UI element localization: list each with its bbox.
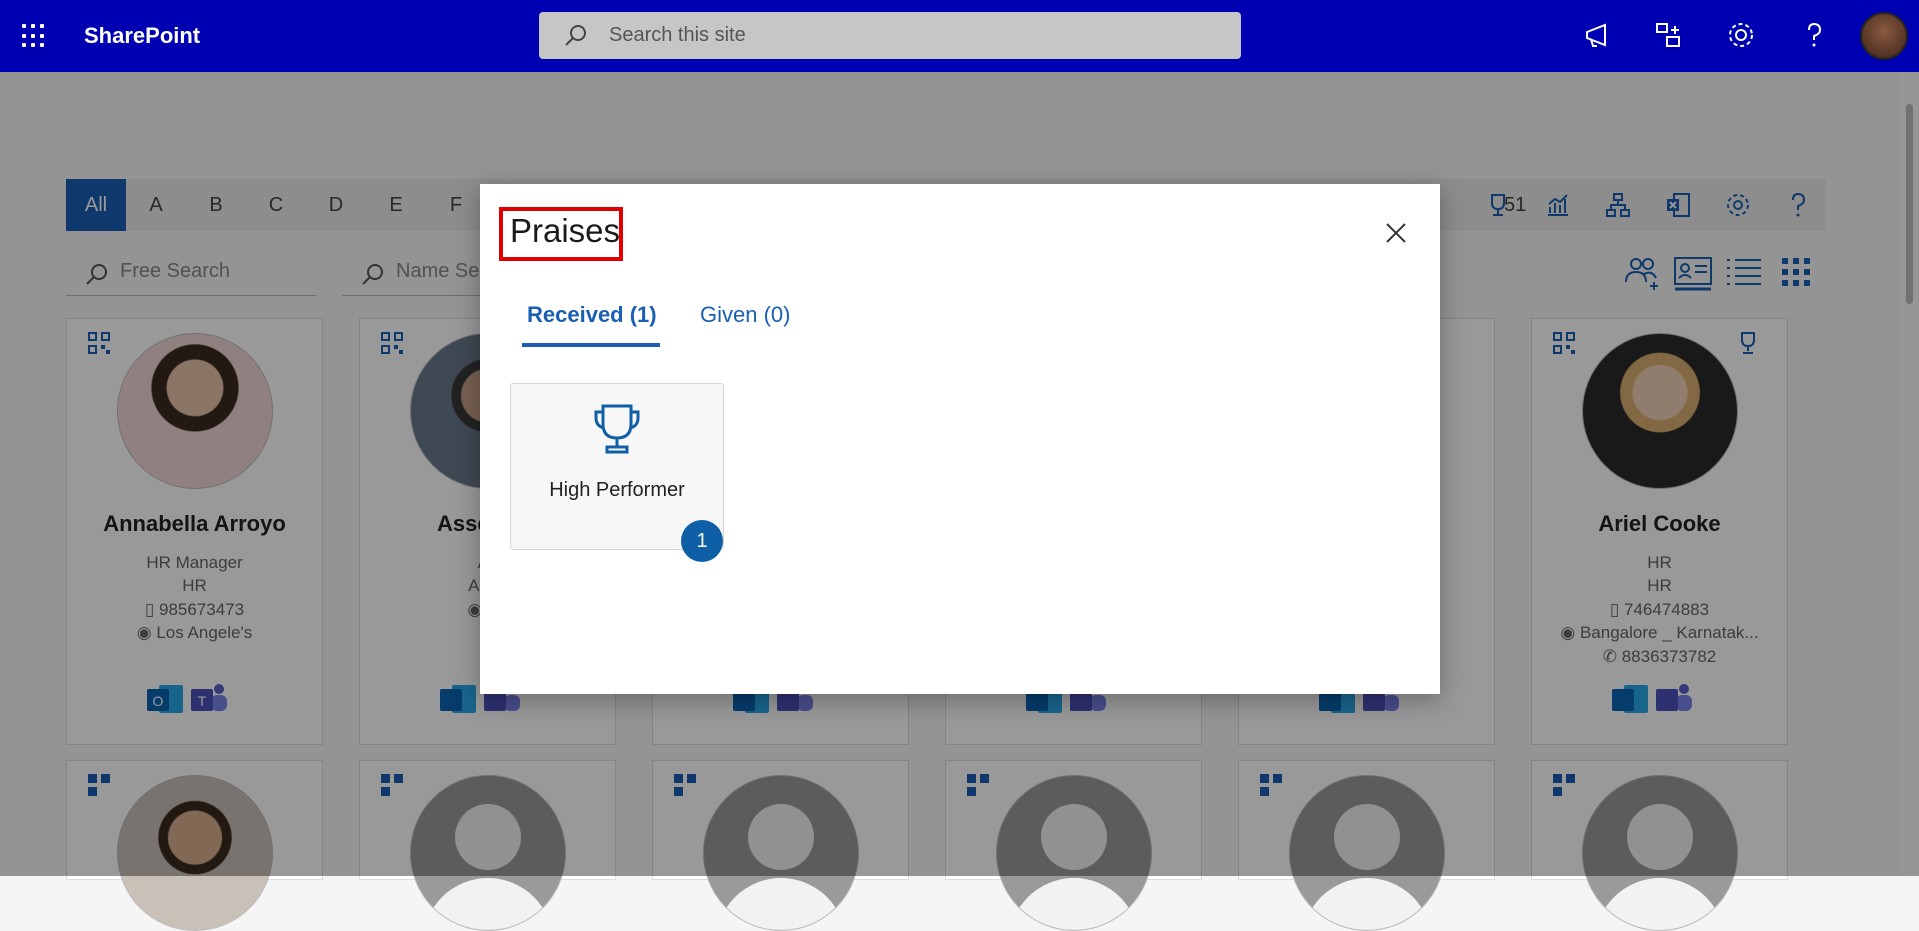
dialog-title: Praises <box>510 212 621 249</box>
top-header: SharePoint <box>0 0 1919 72</box>
gear-icon[interactable] <box>1726 20 1756 50</box>
site-search-box[interactable] <box>539 12 1241 59</box>
active-tab-indicator <box>522 343 660 347</box>
praise-label: High Performer <box>549 479 685 501</box>
megaphone-icon[interactable] <box>1583 20 1613 50</box>
search-icon <box>565 25 586 46</box>
close-icon[interactable] <box>1383 220 1409 246</box>
waffle-icon[interactable] <box>22 24 46 48</box>
avatar[interactable] <box>1860 12 1908 60</box>
praise-count-badge: 1 <box>681 520 723 562</box>
tab-received[interactable]: Received (1) <box>527 302 657 346</box>
site-brand[interactable]: SharePoint <box>84 23 200 49</box>
help-icon[interactable] <box>1799 20 1829 50</box>
share-icon[interactable] <box>1653 20 1683 50</box>
trophy-icon <box>594 404 640 454</box>
tab-given[interactable]: Given (0) <box>700 302 790 346</box>
praises-dialog: Praises Received (1) Given (0) High Perf… <box>480 184 1440 694</box>
search-input[interactable] <box>609 12 1209 59</box>
